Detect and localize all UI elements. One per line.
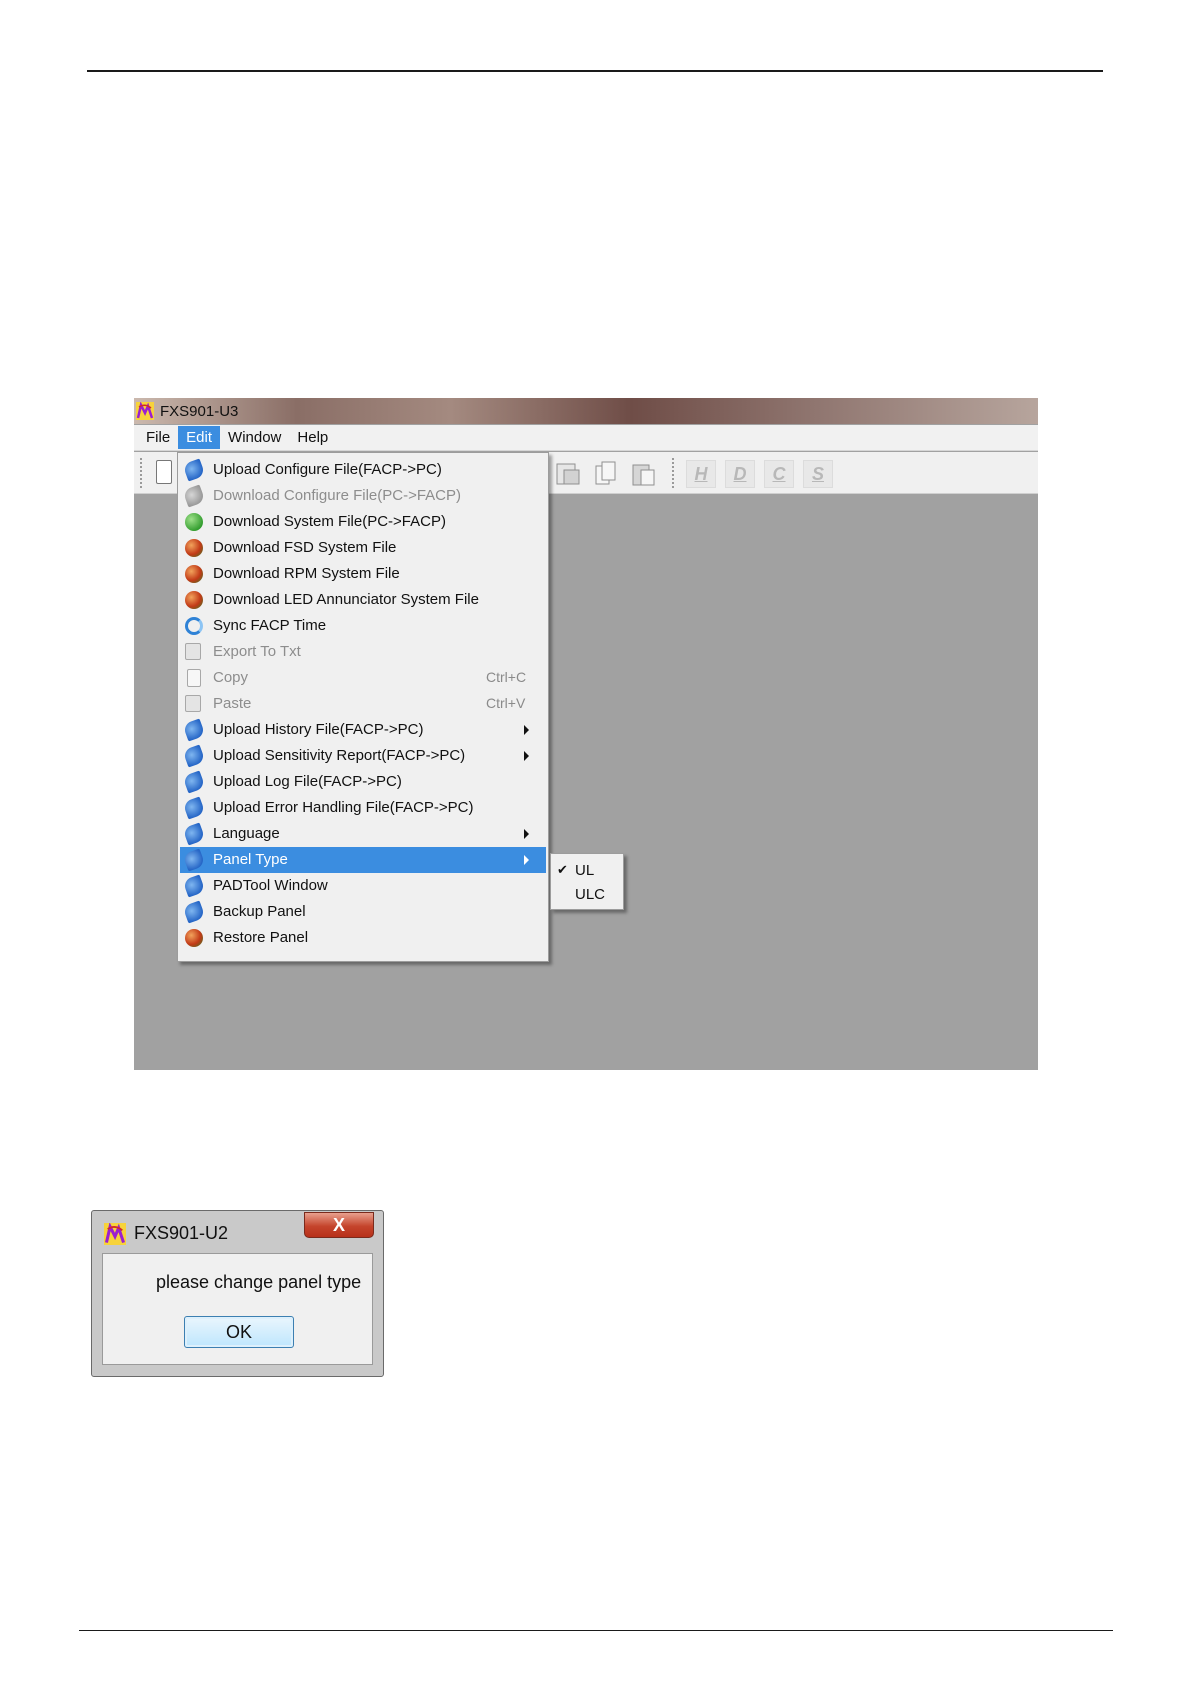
- toolbar-h-button[interactable]: H: [686, 460, 716, 488]
- menu-item-label: Upload Log File(FACP->PC): [213, 773, 402, 790]
- upload-arrow-icon: [182, 796, 206, 820]
- menu-file[interactable]: File: [138, 426, 178, 449]
- export-button[interactable]: [554, 460, 582, 488]
- submenu-item-ulc[interactable]: ULC: [551, 882, 623, 906]
- menu-item-upload-configure-file[interactable]: Upload Configure File(FACP->PC): [180, 457, 546, 483]
- menu-item-upload-history-file[interactable]: Upload History File(FACP->PC): [180, 717, 546, 743]
- menu-item-panel-type[interactable]: Panel Type: [180, 847, 546, 873]
- red-download-icon: [185, 929, 203, 947]
- menu-item-label: Copy: [213, 669, 249, 686]
- dialog-titlebar[interactable]: FXS901-U2 X: [92, 1211, 383, 1251]
- red-download-icon: [185, 539, 203, 557]
- dialog-title: FXS901-U2: [134, 1223, 229, 1243]
- paste-shortcut: Ctrl+V: [486, 695, 526, 711]
- menu-item-label: Backup Panel: [213, 903, 306, 920]
- submenu-item-ul[interactable]: ✔ UL: [551, 858, 623, 882]
- menu-item-download-rpm-system-file[interactable]: Download RPM System File: [180, 561, 546, 587]
- menu-item-upload-error-handling-file[interactable]: Upload Error Handling File(FACP->PC): [180, 795, 546, 821]
- red-download-icon: [185, 565, 203, 583]
- checkmark-icon: ✔: [557, 862, 568, 877]
- edit-menu: Upload Configure File(FACP->PC) Download…: [177, 452, 549, 962]
- menu-item-language[interactable]: Language: [180, 821, 546, 847]
- submenu-arrow-icon: [524, 725, 529, 735]
- sync-icon: [185, 617, 203, 635]
- paste-button[interactable]: [630, 460, 658, 488]
- green-download-icon: [185, 513, 203, 531]
- message-dialog: FXS901-U2 X please change panel type OK: [91, 1210, 384, 1377]
- toolbar-grip[interactable]: [140, 458, 142, 488]
- upload-arrow-icon: [182, 848, 206, 872]
- submenu-arrow-icon: [524, 751, 529, 761]
- upload-arrow-icon: [182, 744, 206, 768]
- close-icon[interactable]: X: [304, 1212, 374, 1238]
- menu-item-label: PADTool Window: [213, 877, 328, 894]
- menu-item-download-fsd-system-file[interactable]: Download FSD System File: [180, 535, 546, 561]
- menu-item-label: Download Configure File(PC->FACP): [213, 487, 462, 504]
- upload-arrow-icon: [182, 900, 206, 924]
- upload-arrow-icon: [182, 458, 206, 482]
- menu-item-paste[interactable]: Paste Ctrl+V: [180, 691, 546, 717]
- window-titlebar[interactable]: FXS901-U3: [134, 398, 1038, 424]
- export-icon: [185, 643, 201, 660]
- toolbar-s-button[interactable]: S: [803, 460, 833, 488]
- menu-item-label: Download RPM System File: [213, 565, 400, 582]
- menu-item-backup-panel[interactable]: Backup Panel: [180, 899, 546, 925]
- page-header-rule: [87, 70, 1103, 72]
- download-arrow-icon: [182, 484, 206, 508]
- menu-item-label: Download LED Annunciator System File: [213, 591, 479, 608]
- menu-item-label: Language: [213, 825, 280, 842]
- menu-item-sync-facp-time[interactable]: Sync FACP Time: [180, 613, 546, 639]
- app-logo-icon: [136, 402, 154, 420]
- menu-help[interactable]: Help: [289, 426, 336, 449]
- upload-arrow-icon: [182, 770, 206, 794]
- menubar: File Edit Window Help: [134, 425, 1038, 451]
- menu-item-download-system-file[interactable]: Download System File(PC->FACP): [180, 509, 546, 535]
- menu-item-label: Upload Error Handling File(FACP->PC): [213, 799, 474, 816]
- menu-item-restore-panel[interactable]: Restore Panel: [180, 925, 546, 951]
- menu-item-label: Sync FACP Time: [213, 617, 327, 634]
- upload-arrow-icon: [182, 718, 206, 742]
- copy-icon: [187, 669, 201, 687]
- menu-item-label: Download FSD System File: [213, 539, 397, 556]
- upload-arrow-icon: [182, 874, 206, 898]
- copy-shortcut: Ctrl+C: [486, 669, 527, 685]
- panel-type-submenu: ✔ UL ULC: [550, 853, 624, 910]
- menu-item-label: Upload Sensitivity Report(FACP->PC): [213, 747, 466, 764]
- menu-item-label: Upload History File(FACP->PC): [213, 721, 424, 738]
- menu-edit[interactable]: Edit: [178, 426, 221, 449]
- menu-item-label: Upload Configure File(FACP->PC): [213, 461, 442, 478]
- ok-button[interactable]: OK: [184, 1316, 294, 1348]
- window-title: FXS901-U3: [160, 402, 239, 420]
- page-footer-rule: [79, 1630, 1113, 1631]
- dialog-message: please change panel type: [156, 1272, 362, 1292]
- paste-icon: [185, 695, 201, 712]
- app-logo-icon: [104, 1223, 126, 1245]
- submenu-item-label: ULC: [575, 886, 606, 903]
- menu-item-upload-log-file[interactable]: Upload Log File(FACP->PC): [180, 769, 546, 795]
- menu-item-export-to-txt[interactable]: Export To Txt: [180, 639, 546, 665]
- toolbar-d-button[interactable]: D: [725, 460, 755, 488]
- menu-item-label: Download System File(PC->FACP): [213, 513, 446, 530]
- menu-item-copy[interactable]: Copy Ctrl+C: [180, 665, 546, 691]
- red-download-icon: [185, 591, 203, 609]
- submenu-item-label: UL: [575, 862, 595, 879]
- menu-window[interactable]: Window: [220, 426, 289, 449]
- new-file-icon: [156, 460, 172, 484]
- menu-item-upload-sensitivity-report[interactable]: Upload Sensitivity Report(FACP->PC): [180, 743, 546, 769]
- upload-arrow-icon: [182, 822, 206, 846]
- menu-item-label: Paste: [213, 695, 252, 712]
- dialog-body: please change panel type OK: [102, 1253, 373, 1365]
- menu-item-padtool-window[interactable]: PADTool Window: [180, 873, 546, 899]
- menu-item-label: Restore Panel: [213, 929, 309, 946]
- toolbar-grip-2[interactable]: [672, 458, 674, 488]
- copy-button[interactable]: [592, 460, 620, 488]
- toolbar-c-button[interactable]: C: [764, 460, 794, 488]
- menu-item-label: Export To Txt: [213, 643, 301, 660]
- menu-item-label: Panel Type: [213, 851, 288, 868]
- submenu-arrow-icon: [524, 829, 529, 839]
- menu-item-download-configure-file[interactable]: Download Configure File(PC->FACP): [180, 483, 546, 509]
- menu-item-download-led-annunciator[interactable]: Download LED Annunciator System File: [180, 587, 546, 613]
- submenu-arrow-icon: [524, 855, 529, 865]
